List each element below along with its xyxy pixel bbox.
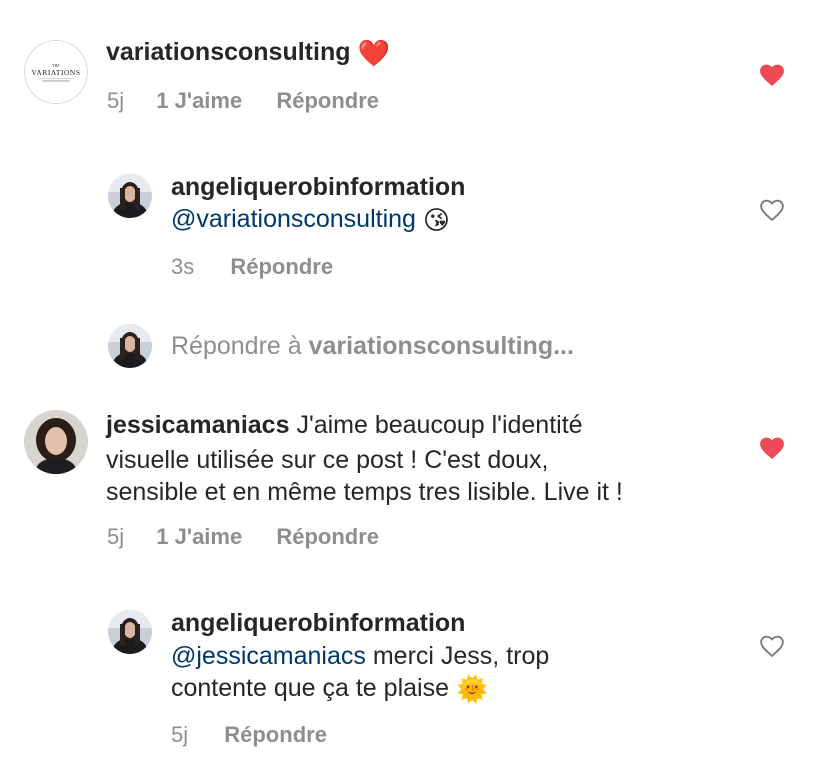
reply-button[interactable]: Répondre [224,722,327,747]
username[interactable]: angeliquerobinformation [171,609,465,637]
reply-prompt-prefix: Répondre à [171,332,302,360]
username[interactable]: variationsconsulting [106,38,350,66]
timestamp[interactable]: 3s [171,254,194,279]
avatar-current-user [108,324,152,368]
comment-body: J'aime beaucoup l'identité [296,411,583,439]
like-heart-icon[interactable] [759,436,785,460]
comment-username-line: angeliquerobinformation [171,172,465,203]
reply-prompt-user: variationsconsulting... [308,332,574,360]
comment-text-line-1: jessicamaniacs J'aime beaucoup l'identit… [106,410,583,441]
username[interactable]: jessicamaniacs [106,411,289,439]
reply-input[interactable]: Répondre à variationsconsulting... [171,331,574,362]
likes-count[interactable]: 1 J'aime [156,524,242,549]
timestamp[interactable]: 5j [107,524,124,549]
avatar-angeliquerobinformation[interactable] [108,610,152,654]
reply-button[interactable]: Répondre [230,254,333,279]
timestamp[interactable]: 5j [171,722,188,747]
comment-meta: 5j 1 J'aime Répondre [107,524,379,550]
reply-button[interactable]: Répondre [276,88,379,113]
logo-text: VARIATIONS [31,68,80,77]
avatar-angeliquerobinformation[interactable] [108,174,152,218]
comment-text-line-2: visuelle utilisée sur ce post ! C'est do… [106,446,549,474]
reply-button[interactable]: Répondre [276,524,379,549]
red-heart-emoji: ❤️ [357,38,390,68]
avatar-variationsconsulting[interactable]: THE VARIATIONS [24,40,88,104]
variations-logo-icon: THE VARIATIONS [31,64,80,82]
avatar-jessicamaniacs[interactable] [24,410,88,474]
comment-body: merci Jess, trop [372,642,550,670]
likes-count[interactable]: 1 J'aime [156,88,242,113]
like-heart-outline-icon[interactable] [759,198,785,222]
comment-text-line-2: contente que ça te plaise 🌞 [171,673,488,705]
comment-body: contente que ça te plaise [171,674,449,702]
comment-text: variationsconsulting ❤️ [106,37,390,69]
comment-text: @variationsconsulting 😘 [171,204,450,236]
like-heart-icon[interactable] [759,63,785,87]
comment-text-line-3: sensible et en même temps tres lisible. … [106,478,623,506]
comment-meta: 3s Répondre [171,254,333,280]
comment-text-line-1: @jessicamaniacs merci Jess, trop [171,641,549,672]
mention-link[interactable]: @jessicamaniacs [171,642,366,670]
mention-link[interactable]: @variationsconsulting [171,205,416,233]
username[interactable]: angeliquerobinformation [171,173,465,201]
comment-meta: 5j Répondre [171,722,327,748]
kiss-emoji: 😘 [422,205,451,235]
timestamp[interactable]: 5j [107,88,124,113]
like-heart-outline-icon[interactable] [759,634,785,658]
comment-meta: 5j 1 J'aime Répondre [107,88,379,114]
comment-username-line: angeliquerobinformation [171,608,465,639]
sun-emoji: 🌞 [455,674,489,704]
